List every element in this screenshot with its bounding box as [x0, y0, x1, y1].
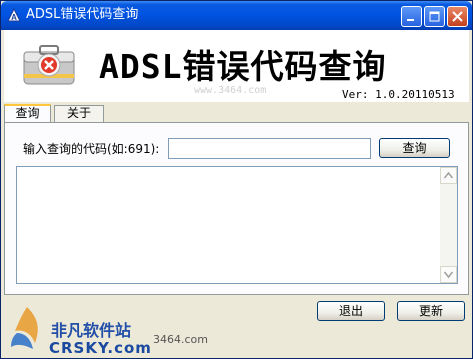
maximize-icon — [429, 11, 440, 22]
page-title: ADSL错误代码查询 — [99, 47, 387, 86]
exit-button[interactable]: 退出 — [317, 301, 385, 321]
scroll-up-button[interactable] — [440, 167, 457, 184]
header-banner: ADSL错误代码查询 www.3464.com Ver: 1.0.2011051… — [4, 30, 469, 102]
scroll-down-button[interactable] — [440, 266, 457, 283]
adsl-app-icon: A — [7, 7, 21, 22]
window-title: ADSL错误代码查询 — [26, 7, 139, 22]
watermark-domain-text: 3464.com — [153, 333, 208, 346]
close-button[interactable] — [447, 6, 468, 27]
update-button[interactable]: 更新 — [397, 301, 465, 321]
title-bar[interactable]: A ADSL错误代码查询 — [1, 1, 472, 30]
error-code-input[interactable] — [168, 138, 371, 159]
app-window: A ADSL错误代码查询 ADSL错误代码查询 www.3464.com Ver… — [0, 0, 473, 359]
query-panel: 输入查询的代码(如:691): 查询 — [4, 122, 469, 295]
tab-query[interactable]: 查询 — [4, 104, 51, 122]
code-input-label: 输入查询的代码(如:691): — [23, 142, 160, 156]
site-watermark-text: www.3464.com — [194, 85, 267, 96]
minimize-icon — [407, 19, 414, 21]
scroll-up-arrow-icon — [443, 171, 454, 179]
tab-about[interactable]: 关于 — [54, 105, 104, 122]
close-icon — [452, 11, 463, 22]
query-button[interactable]: 查询 — [379, 138, 450, 158]
crsky-watermark: 非凡软件站 CRSKY.com 3464.com — [1, 289, 208, 359]
minimize-button[interactable] — [401, 6, 422, 27]
result-textarea[interactable] — [16, 166, 458, 284]
version-label: Ver: 1.0.20110513 — [342, 88, 455, 101]
watermark-chinese-text: 非凡软件站 — [51, 321, 132, 340]
toolbox-error-icon — [18, 38, 80, 88]
watermark-english-text: CRSKY.com — [49, 339, 152, 357]
maximize-button[interactable] — [424, 6, 445, 27]
svg-text:A: A — [11, 13, 17, 22]
crsky-logo-icon — [7, 303, 47, 353]
scroll-down-arrow-icon — [443, 271, 454, 279]
result-scrollbar[interactable] — [440, 167, 457, 283]
